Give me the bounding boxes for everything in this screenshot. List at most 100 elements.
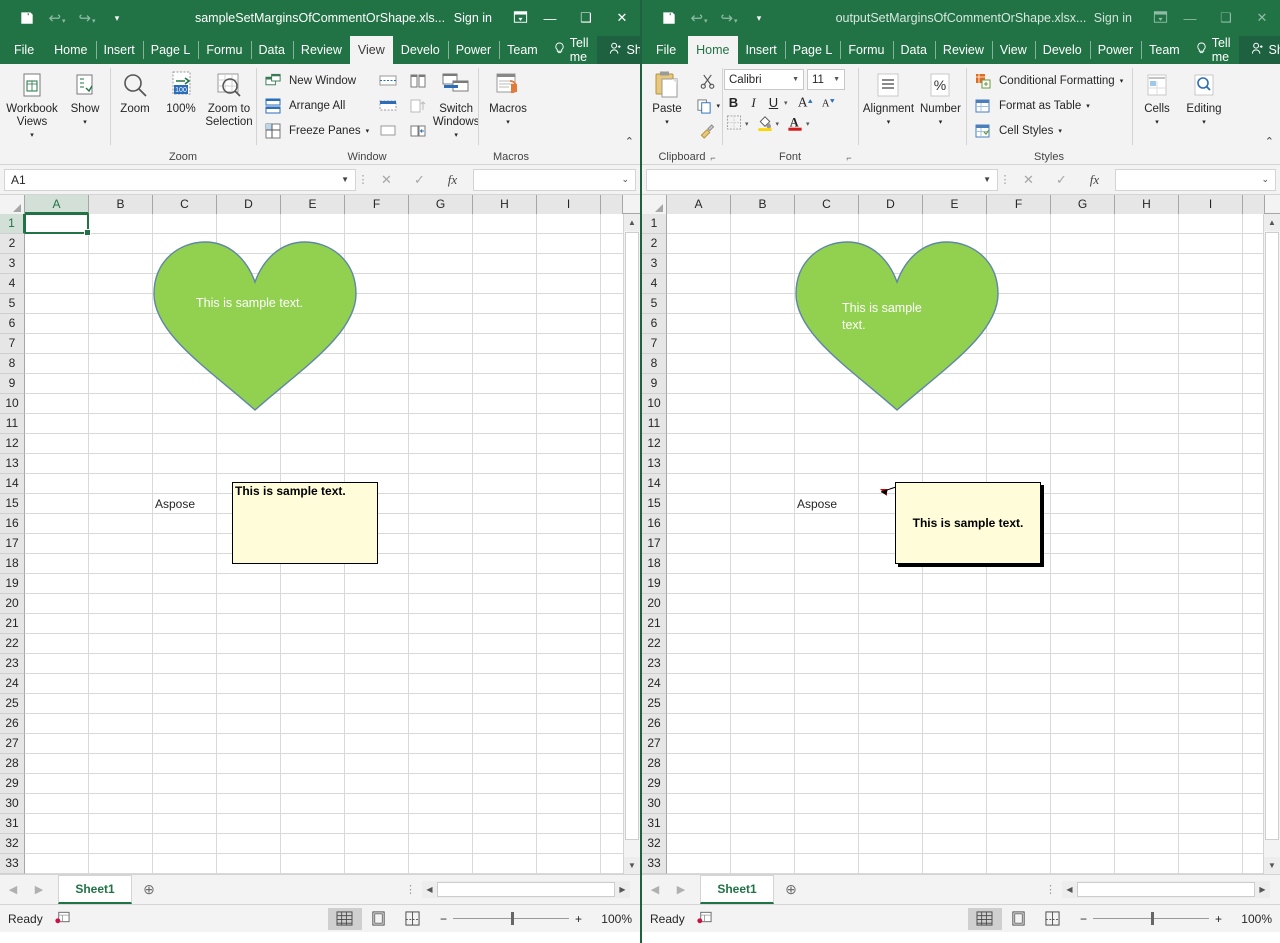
macros-button[interactable]: Macros ▾ bbox=[480, 67, 536, 131]
zoom-track[interactable] bbox=[1093, 918, 1209, 919]
alignment-button[interactable]: Alignment ▾ bbox=[860, 67, 917, 131]
row-header-31[interactable]: 31 bbox=[0, 814, 25, 834]
column-header-H[interactable]: H bbox=[473, 195, 537, 214]
zoom-level-label[interactable]: 100% bbox=[1228, 912, 1272, 926]
row-header-33[interactable]: 33 bbox=[0, 854, 25, 874]
scroll-left-icon[interactable]: ◀ bbox=[1062, 882, 1077, 897]
add-sheet-button[interactable]: ⊕ bbox=[774, 881, 808, 898]
row-header-5[interactable]: 5 bbox=[0, 294, 25, 314]
row-header-26[interactable]: 26 bbox=[0, 714, 25, 734]
freeze-panes-button[interactable]: Freeze Panes ▾ bbox=[258, 119, 373, 143]
row-header-16[interactable]: 16 bbox=[0, 514, 25, 534]
row-header-25[interactable]: 25 bbox=[642, 694, 667, 714]
split-button[interactable] bbox=[373, 69, 403, 93]
row-header-2[interactable]: 2 bbox=[0, 234, 25, 254]
chevron-down-icon[interactable]: ▾ bbox=[745, 120, 749, 128]
tab-insert[interactable]: Insert bbox=[738, 36, 785, 64]
redo-icon[interactable]: ↪▾ bbox=[72, 5, 102, 31]
vertical-scrollbar[interactable]: ▲ ▼ bbox=[623, 214, 640, 874]
zoom-thumb[interactable] bbox=[1151, 912, 1154, 925]
zoom-track[interactable] bbox=[453, 918, 569, 919]
enter-icon[interactable]: ✓ bbox=[403, 169, 436, 191]
zoom-100-button[interactable]: 100 100% bbox=[158, 67, 204, 118]
row-header-26[interactable]: 26 bbox=[642, 714, 667, 734]
scrollbar-thumb[interactable] bbox=[1265, 232, 1279, 840]
cells-button[interactable]: Cells ▾ bbox=[1134, 67, 1180, 131]
switch-windows-button[interactable]: Switch Windows ▾ bbox=[433, 67, 479, 144]
tab-insert[interactable]: Insert bbox=[96, 36, 143, 64]
undo-icon[interactable]: ↩▾ bbox=[42, 5, 72, 31]
chevron-down-icon[interactable]: ▼ bbox=[792, 76, 799, 83]
clipboard-dialog-launcher-icon[interactable]: ⌐ bbox=[707, 152, 719, 164]
hscrollbar-thumb[interactable] bbox=[1077, 882, 1255, 897]
insert-function-icon[interactable]: fx bbox=[1078, 169, 1111, 191]
row-header-5[interactable]: 5 bbox=[642, 294, 667, 314]
row-header-19[interactable]: 19 bbox=[642, 574, 667, 594]
tab-team[interactable]: Team bbox=[1141, 36, 1188, 64]
enter-icon[interactable]: ✓ bbox=[1045, 169, 1078, 191]
tab-home[interactable]: Home bbox=[46, 36, 95, 64]
selected-cell-A1[interactable] bbox=[25, 214, 89, 234]
column-header-H[interactable]: H bbox=[1115, 195, 1179, 214]
tab-developer[interactable]: Develo bbox=[1035, 36, 1090, 64]
scroll-down-icon[interactable]: ▼ bbox=[1264, 857, 1280, 874]
increase-font-icon[interactable]: A bbox=[795, 93, 817, 112]
synchronous-scrolling-button[interactable] bbox=[403, 94, 433, 118]
row-header-4[interactable]: 4 bbox=[0, 274, 25, 294]
redo-icon[interactable]: ↪▾ bbox=[714, 5, 744, 31]
tab-data[interactable]: Data bbox=[893, 36, 935, 64]
row-header-12[interactable]: 12 bbox=[0, 434, 25, 454]
page-break-preview-icon[interactable] bbox=[1036, 908, 1070, 930]
font-size-combobox[interactable]: 11 ▼ bbox=[807, 69, 845, 90]
row-header-15[interactable]: 15 bbox=[642, 494, 667, 514]
row-header-3[interactable]: 3 bbox=[0, 254, 25, 274]
cancel-icon[interactable]: ✕ bbox=[370, 169, 403, 191]
row-header-14[interactable]: 14 bbox=[642, 474, 667, 494]
row-header-20[interactable]: 20 bbox=[642, 594, 667, 614]
zoom-out-button[interactable]: − bbox=[1080, 912, 1087, 926]
scroll-right-icon[interactable]: ▶ bbox=[615, 882, 630, 897]
column-header-C[interactable]: C bbox=[153, 195, 217, 214]
tab-power[interactable]: Power bbox=[448, 36, 499, 64]
row-header-4[interactable]: 4 bbox=[642, 274, 667, 294]
row-header-2[interactable]: 2 bbox=[642, 234, 667, 254]
row-header-12[interactable]: 12 bbox=[642, 434, 667, 454]
italic-button[interactable]: I bbox=[744, 95, 763, 111]
row-header-6[interactable]: 6 bbox=[642, 314, 667, 334]
sheet-bar-separator[interactable]: ⋮ bbox=[405, 883, 422, 896]
column-header-A[interactable]: A bbox=[667, 195, 731, 214]
column-header-E[interactable]: E bbox=[281, 195, 345, 214]
row-header-16[interactable]: 16 bbox=[642, 514, 667, 534]
tab-formulas[interactable]: Formu bbox=[840, 36, 892, 64]
row-header-20[interactable]: 20 bbox=[0, 594, 25, 614]
tab-data[interactable]: Data bbox=[251, 36, 293, 64]
row-header-11[interactable]: 11 bbox=[0, 414, 25, 434]
customize-qat-icon[interactable]: ▾ bbox=[744, 5, 774, 31]
row-header-29[interactable]: 29 bbox=[642, 774, 667, 794]
scrollbar-thumb[interactable] bbox=[625, 232, 639, 840]
row-header-21[interactable]: 21 bbox=[0, 614, 25, 634]
unhide-button[interactable] bbox=[373, 119, 403, 143]
chevron-down-icon[interactable]: ▼ bbox=[341, 175, 349, 184]
zoom-button[interactable]: Zoom bbox=[112, 67, 158, 118]
row-header-10[interactable]: 10 bbox=[642, 394, 667, 414]
cell-styles-button[interactable]: Cell Styles ▾ bbox=[968, 119, 1128, 143]
zoom-in-button[interactable]: + bbox=[575, 912, 582, 926]
fill-color-icon[interactable] bbox=[755, 114, 775, 134]
zoom-in-button[interactable]: + bbox=[1215, 912, 1222, 926]
format-painter-button[interactable] bbox=[690, 119, 724, 143]
number-button[interactable]: % Number ▾ bbox=[917, 67, 964, 131]
borders-icon[interactable] bbox=[724, 115, 744, 133]
sheet-tab-sheet1[interactable]: Sheet1 bbox=[700, 875, 774, 904]
row-header-7[interactable]: 7 bbox=[0, 334, 25, 354]
sign-in-link[interactable]: Sign in bbox=[1094, 11, 1132, 25]
chevron-down-icon[interactable]: ▼ bbox=[983, 175, 991, 184]
minimize-button[interactable]: — bbox=[532, 0, 568, 36]
vertical-scrollbar[interactable]: ▲ ▼ bbox=[1263, 214, 1280, 874]
tell-me-box[interactable]: Tell me bbox=[546, 36, 597, 64]
font-name-combobox[interactable]: Calibri ▼ bbox=[724, 69, 804, 90]
conditional-formatting-button[interactable]: Conditional Formatting ▾ bbox=[968, 69, 1128, 93]
formula-input[interactable]: ⌄ bbox=[473, 169, 636, 191]
row-header-8[interactable]: 8 bbox=[642, 354, 667, 374]
view-side-by-side-button[interactable] bbox=[403, 69, 433, 93]
